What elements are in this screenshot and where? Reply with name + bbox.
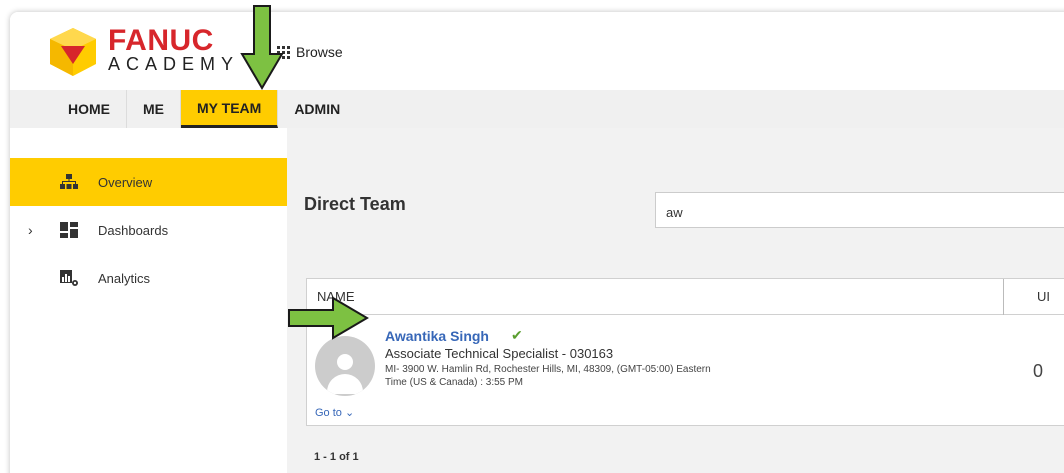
logo-text-academy: ACADEMY [108, 54, 240, 74]
sidebar-item-label: Overview [98, 174, 153, 190]
sidebar: Overview › Dashboards Analytics [10, 128, 287, 473]
tab-home[interactable]: HOME [52, 90, 127, 128]
header: FANUC ACADEMY Browse [10, 12, 1064, 90]
sidebar-item-overview[interactable]: Overview [10, 158, 287, 206]
dashboard-icon [60, 222, 78, 238]
person-location: MI- 3900 W. Hamlin Rd, Rochester Hills, … [385, 364, 711, 388]
team-table: NAME UI Awantika Singh ✔ Associate Techn… [306, 278, 1064, 426]
person-role: Associate Technical Specialist - 030163 [385, 346, 614, 361]
column-header-partial[interactable]: UI [1037, 289, 1050, 304]
chevron-right-icon[interactable]: › [28, 222, 33, 238]
search-input[interactable]: aw [655, 192, 1064, 228]
main-content: Direct Team aw NAME UI Awantika Singh ✔ … [287, 128, 1064, 473]
check-icon: ✔ [511, 327, 523, 343]
avatar [315, 336, 375, 396]
annotation-arrow-down-icon [240, 5, 284, 90]
goto-label: Go to [315, 407, 342, 419]
annotation-arrow-right-icon [288, 296, 369, 340]
tab-admin[interactable]: ADMIN [278, 90, 356, 128]
goto-menu-button[interactable]: Go to ⌄ [315, 406, 354, 419]
analytics-icon [60, 270, 78, 286]
pagination-info: 1 - 1 of 1 [314, 451, 359, 463]
table-header: NAME UI [307, 279, 1064, 315]
table-row: Awantika Singh ✔ Associate Technical Spe… [307, 316, 1064, 426]
browse-label: Browse [296, 44, 343, 60]
sidebar-item-dashboards[interactable]: › Dashboards [10, 206, 287, 254]
row-count-value: 0 [1033, 361, 1044, 381]
fanuc-academy-logo[interactable]: FANUC ACADEMY [48, 22, 248, 78]
sidebar-item-analytics[interactable]: Analytics [10, 254, 287, 302]
app-window: FANUC ACADEMY Browse HOME ME MY TEAM ADM… [10, 12, 1064, 473]
sidebar-item-label: Analytics [98, 270, 151, 286]
org-chart-icon [60, 174, 78, 189]
fanuc-cube-icon [50, 28, 96, 76]
page-title: Direct Team [304, 194, 406, 214]
tab-me[interactable]: ME [127, 90, 181, 128]
logo-text-fanuc: FANUC [108, 24, 214, 57]
browse-button[interactable]: Browse [277, 44, 343, 60]
column-divider[interactable] [1003, 279, 1004, 315]
top-nav: HOME ME MY TEAM ADMIN [10, 90, 1064, 128]
tab-my-team[interactable]: MY TEAM [181, 90, 279, 128]
sidebar-item-label: Dashboards [98, 222, 169, 238]
person-name-link[interactable]: Awantika Singh [385, 328, 489, 344]
chevron-down-icon: ⌄ [344, 407, 355, 419]
